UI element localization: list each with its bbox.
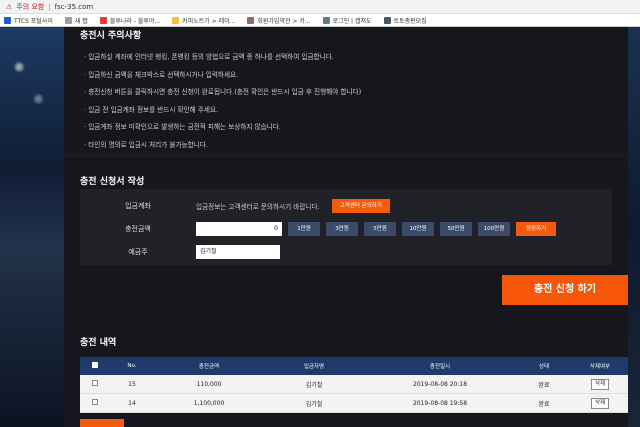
contact-support-button[interactable]: 고객센터 문의하기 — [331, 199, 390, 213]
bookmark-icon — [64, 16, 72, 24]
row-amount: 1,100,000 — [193, 399, 225, 407]
amount-input[interactable]: 0 — [196, 222, 282, 236]
col-header: 상태 — [538, 364, 550, 370]
amount-chip-1000000[interactable]: 100만원 — [478, 222, 510, 236]
bookmark-item[interactable]: 새 탭 — [64, 16, 88, 25]
amount-row: 충전금액 0 1만원 3만원 5만원 10만원 50만원 100만원 정정하기 — [80, 218, 612, 240]
stadium-background-left — [0, 27, 64, 427]
depositor-label: 예금주 — [128, 248, 148, 256]
col-header: 충전금액 — [198, 364, 220, 370]
security-warning: 주의 요함 — [16, 2, 45, 11]
bookmark-item[interactable]: 커피노트기 > 레이... — [172, 16, 235, 25]
stadium-background-right — [628, 27, 640, 427]
col-header: 충전일시 — [429, 364, 451, 370]
row-no: 15 — [128, 380, 136, 388]
amount-chip-50000[interactable]: 5만원 — [364, 222, 396, 236]
bookmark-icon — [4, 16, 11, 24]
amount-chip-500000[interactable]: 50만원 — [440, 222, 472, 236]
row-datetime: 2019-08-08 20:18 — [412, 380, 468, 388]
notice-item: 타인의 명의로 입금시 처리가 불가능합니다. — [84, 137, 604, 155]
amount-chip-100000[interactable]: 10만원 — [402, 222, 434, 236]
select-all-checkbox[interactable] — [92, 362, 98, 368]
table-header: No. 충전금액 입금자명 충전일시 상태 삭제여부 — [80, 357, 628, 375]
history-table: No. 충전금액 입금자명 충전일시 상태 삭제여부 15 110,000 김기… — [80, 357, 628, 413]
notice-item: 입금 전 입금계좌 정보를 반드시 확인해 주세요. — [84, 102, 604, 120]
depositor-row: 예금주 김기철 — [80, 241, 612, 263]
history-title: 충전 내역 — [80, 338, 117, 348]
bookmark-icon — [322, 16, 330, 24]
row-checkbox[interactable] — [92, 399, 98, 405]
account-label: 입금계좌 — [125, 202, 151, 210]
table-row: 14 1,100,000 김기철 2019-08-08 19:58 완료 삭제 — [80, 394, 628, 413]
row-checkbox[interactable] — [92, 380, 98, 386]
col-header: 삭제여부 — [589, 364, 611, 370]
bookmark-item[interactable]: TTCS 포털사이 — [4, 16, 53, 25]
bookmark-item[interactable]: 블루나라 - 블루야... — [99, 16, 160, 25]
bookmark-icon — [383, 16, 391, 24]
deposit-form: 입금계좌 입금정보는 고객센터로 문의하시기 바랍니다. 고객센터 문의하기 충… — [80, 189, 612, 265]
deposit-panel: 충전시 주의사항 입금하실 계좌에 인터넷 뱅킹, 폰뱅킹 등의 방법으로 금액… — [64, 27, 628, 427]
amount-chip-10000[interactable]: 1만원 — [288, 222, 320, 236]
row-amount: 110,000 — [196, 380, 222, 388]
reset-amount-button[interactable]: 정정하기 — [516, 222, 556, 236]
bookmark-item[interactable]: 토토총판모집 — [383, 16, 427, 25]
url-text[interactable]: fsc-35.com — [55, 3, 94, 11]
account-row: 입금계좌 입금정보는 고객센터로 문의하시기 바랍니다. 고객센터 문의하기 — [80, 195, 612, 217]
notice-item: 입금하신 금액을 체크박스로 선택하시거나 입력하세요. — [84, 67, 604, 85]
col-header: No. — [127, 363, 137, 369]
notice-list: 입금하실 계좌에 인터넷 뱅킹, 폰뱅킹 등의 방법으로 금액 중 하나를 선택… — [84, 49, 604, 154]
row-datetime: 2019-08-08 19:58 — [412, 399, 468, 407]
warning-icon: ⚠ — [6, 2, 13, 11]
bookmark-item[interactable]: 로그인 | 캡쳐도 — [322, 16, 372, 25]
delete-button[interactable]: 삭제 — [590, 378, 610, 390]
address-bar[interactable]: ⚠ 주의 요함 | fsc-35.com — [0, 0, 640, 14]
amount-chip-30000[interactable]: 3만원 — [326, 222, 358, 236]
row-name: 김기철 — [305, 381, 323, 389]
notice-item: 입금계좌 정보 미확인으로 발생하는 금전적 피해는 보상하지 않습니다. — [84, 119, 604, 137]
notice-item: 충전신청 버튼을 클릭하시면 충전 신청이 완료됩니다.(충전 확인은 반드시 … — [84, 84, 604, 102]
bookmark-item[interactable]: 회원가입약관 > 카... — [247, 16, 311, 25]
notice-item: 입금하실 계좌에 인터넷 뱅킹, 폰뱅킹 등의 방법으로 금액 중 하나를 선택… — [84, 49, 604, 67]
notice-title: 충전시 주의사항 — [80, 31, 142, 41]
row-no: 14 — [128, 399, 136, 407]
row-status: 완료 — [538, 400, 550, 408]
form-title: 충전 신청서 작성 — [80, 177, 145, 187]
notice-section: 충전시 주의사항 입금하실 계좌에 인터넷 뱅킹, 폰뱅킹 등의 방법으로 금액… — [64, 27, 628, 153]
bookmark-icon — [247, 16, 255, 24]
bookmarks-bar: TTCS 포털사이 새 탭 블루나라 - 블루야... 커피노트기 > 레이..… — [0, 14, 640, 27]
delete-selected-button[interactable] — [80, 419, 124, 427]
amount-label: 충전금액 — [125, 225, 151, 233]
delete-button[interactable]: 삭제 — [590, 397, 610, 409]
table-row: 15 110,000 김기철 2019-08-08 20:18 완료 삭제 — [80, 375, 628, 394]
submit-deposit-button[interactable]: 충전 신청 하기 — [502, 275, 628, 305]
bookmark-icon — [172, 16, 180, 24]
row-status: 완료 — [538, 381, 550, 389]
depositor-input[interactable]: 김기철 — [196, 245, 280, 259]
bookmark-icon — [99, 16, 107, 24]
row-name: 김기철 — [305, 400, 323, 408]
col-header: 입금자명 — [303, 364, 325, 370]
account-info: 입금정보는 고객센터로 문의하시기 바랍니다. — [196, 203, 320, 211]
url-separator: | — [48, 2, 51, 11]
